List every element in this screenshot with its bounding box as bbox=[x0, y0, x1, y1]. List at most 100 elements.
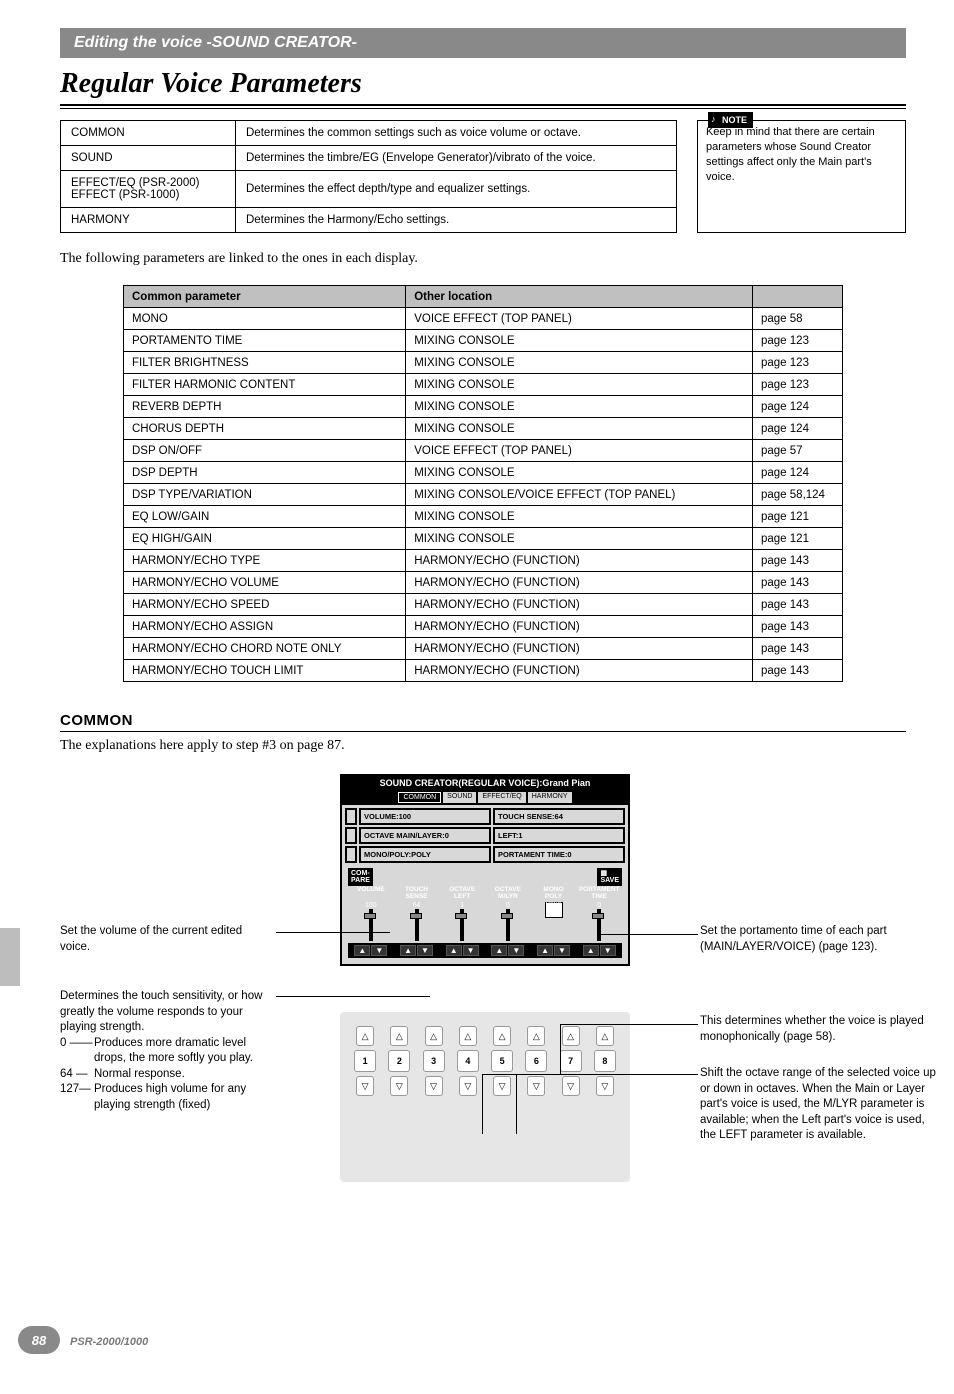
slider-knob bbox=[410, 913, 422, 919]
slider-track bbox=[415, 909, 419, 941]
linked-row: FILTER HARMONIC CONTENTMIXING CONSOLEpag… bbox=[124, 374, 843, 396]
up-arrow-icon: ▲ bbox=[354, 945, 370, 956]
lcd-cell-monopoly: MONO/POLY:POLY bbox=[359, 846, 491, 863]
chapter-header: Editing the voice -SOUND CREATOR- bbox=[60, 28, 906, 58]
slider-value: 100 bbox=[365, 902, 377, 909]
lcd-tab-harmony: HARMONY bbox=[528, 792, 572, 803]
slider-head: OCTAVE M/LYR bbox=[485, 886, 531, 900]
linked-page: page 58,124 bbox=[753, 484, 843, 506]
leader-line bbox=[482, 1074, 698, 1075]
up-arrow-icon: ▲ bbox=[446, 945, 462, 956]
linked-param: CHORUS DEPTH bbox=[124, 418, 406, 440]
panel-up-button: △ bbox=[356, 1026, 374, 1046]
panel-up-button: △ bbox=[562, 1026, 580, 1046]
slider: 1 bbox=[439, 900, 485, 943]
panel-up-button: △ bbox=[459, 1026, 477, 1046]
category-name: HARMONY bbox=[61, 208, 236, 233]
slider-track bbox=[506, 909, 510, 941]
panel-button-group: △3▽ bbox=[421, 1026, 447, 1096]
linked-page: page 124 bbox=[753, 462, 843, 484]
panel-up-button: △ bbox=[390, 1026, 408, 1046]
linked-row: HARMONY/ECHO TOUCH LIMITHARMONY/ECHO (FU… bbox=[124, 660, 843, 682]
lcd-cell-volume: VOLUME:100 bbox=[359, 808, 491, 825]
up-arrow-icon: ▲ bbox=[537, 945, 553, 956]
linked-loc: MIXING CONSOLE bbox=[406, 352, 753, 374]
updown-group: ▲▼ bbox=[348, 945, 394, 956]
linked-loc: VOICE EFFECT (TOP PANEL) bbox=[406, 440, 753, 462]
panel-number-button: 5 bbox=[491, 1050, 513, 1072]
linked-page: page 143 bbox=[753, 660, 843, 682]
note-label: NOTE bbox=[708, 112, 753, 128]
updown-group: ▲▼ bbox=[531, 945, 577, 956]
linked-row: EQ LOW/GAINMIXING CONSOLEpage 121 bbox=[124, 506, 843, 528]
up-arrow-icon: ▲ bbox=[400, 945, 416, 956]
linked-row: FILTER BRIGHTNESSMIXING CONSOLEpage 123 bbox=[124, 352, 843, 374]
linked-page: page 143 bbox=[753, 638, 843, 660]
panel-number-button: 7 bbox=[560, 1050, 582, 1072]
section-heading-common: COMMON bbox=[60, 712, 906, 732]
updown-group: ▲▼ bbox=[439, 945, 485, 956]
callout-portamento-text: Set the portamento time of each part (MA… bbox=[700, 925, 887, 953]
touch-list-num: 127— bbox=[60, 1082, 94, 1113]
slider-track bbox=[369, 909, 373, 941]
panel-down-button: ▽ bbox=[356, 1076, 374, 1096]
down-arrow-icon: ▼ bbox=[554, 945, 570, 956]
linked-row: PORTAMENTO TIMEMIXING CONSOLEpage 123 bbox=[124, 330, 843, 352]
slider-value: 0 bbox=[597, 902, 601, 909]
panel-number-button: 3 bbox=[423, 1050, 445, 1072]
category-name: SOUND bbox=[61, 146, 236, 171]
slider: 0 bbox=[576, 900, 622, 943]
panel-down-button: ▽ bbox=[562, 1076, 580, 1096]
up-arrow-icon: ▲ bbox=[583, 945, 599, 956]
model-label: PSR-2000/1000 bbox=[70, 1336, 148, 1348]
figure-area: SOUND CREATOR(REGULAR VOICE):Grand Pian … bbox=[60, 774, 906, 1304]
side-tab bbox=[0, 928, 20, 986]
linked-loc: MIXING CONSOLE bbox=[406, 418, 753, 440]
panel-down-button: ▽ bbox=[459, 1076, 477, 1096]
slider: 0 bbox=[485, 900, 531, 943]
linked-param: DSP TYPE/VARIATION bbox=[124, 484, 406, 506]
linked-row: REVERB DEPTHMIXING CONSOLEpage 124 bbox=[124, 396, 843, 418]
page-number: 88 bbox=[18, 1326, 60, 1354]
callout-volume-text: Set the volume of the current edited voi… bbox=[60, 925, 242, 953]
slider-value: 0 bbox=[506, 902, 510, 909]
panel-up-button: △ bbox=[527, 1026, 545, 1046]
panel-number-button: 1 bbox=[354, 1050, 376, 1072]
save-badge: ▦ SAVE bbox=[597, 868, 622, 886]
panel-up-button: △ bbox=[425, 1026, 443, 1046]
linked-page: page 58 bbox=[753, 308, 843, 330]
updown-group: ▲▼ bbox=[576, 945, 622, 956]
down-arrow-icon: ▼ bbox=[463, 945, 479, 956]
lcd-tabs: COMMON SOUND EFFECT/EQ HARMONY bbox=[342, 790, 628, 805]
linked-row: MONOVOICE EFFECT (TOP PANEL)page 58 bbox=[124, 308, 843, 330]
linked-param: HARMONY/ECHO CHORD NOTE ONLY bbox=[124, 638, 406, 660]
lcd-row-stub bbox=[345, 846, 357, 863]
callout-portamento: Set the portamento time of each part (MA… bbox=[700, 924, 940, 955]
note-box: NOTE Keep in mind that there are certain… bbox=[697, 120, 906, 233]
mono-poly-toggle: MONO POLY bbox=[545, 902, 563, 918]
linked-param: REVERB DEPTH bbox=[124, 396, 406, 418]
slider-head: PORTAMENT TIME bbox=[576, 886, 622, 900]
panel-down-button: ▽ bbox=[596, 1076, 614, 1096]
linked-page: page 57 bbox=[753, 440, 843, 462]
panel-button-group: △8▽ bbox=[592, 1026, 618, 1096]
linked-loc: HARMONY/ECHO (FUNCTION) bbox=[406, 550, 753, 572]
category-desc: Determines the timbre/EG (Envelope Gener… bbox=[236, 146, 677, 171]
panel-number-button: 2 bbox=[388, 1050, 410, 1072]
category-desc: Determines the Harmony/Echo settings. bbox=[236, 208, 677, 233]
lcd-tab-effecteq: EFFECT/EQ bbox=[478, 792, 525, 803]
linked-page: page 124 bbox=[753, 418, 843, 440]
linked-loc: MIXING CONSOLE bbox=[406, 396, 753, 418]
category-desc: Determines the common settings such as v… bbox=[236, 121, 677, 146]
title-rule: Regular Voice Parameters bbox=[60, 68, 906, 106]
slider: 100 bbox=[348, 900, 394, 943]
panel-button-group: △5▽ bbox=[489, 1026, 515, 1096]
leader-line bbox=[276, 996, 430, 997]
lcd-tab-common: COMMON bbox=[398, 792, 441, 803]
callout-touch-intro: Determines the touch sensitivity, or how… bbox=[60, 989, 270, 1036]
panel-down-button: ▽ bbox=[390, 1076, 408, 1096]
linked-row: HARMONY/ECHO SPEEDHARMONY/ECHO (FUNCTION… bbox=[124, 594, 843, 616]
linked-loc: MIXING CONSOLE bbox=[406, 330, 753, 352]
panel-button-group: △ 2 ▽ bbox=[386, 1026, 412, 1096]
callout-octave: Shift the octave range of the selected v… bbox=[700, 1066, 940, 1144]
